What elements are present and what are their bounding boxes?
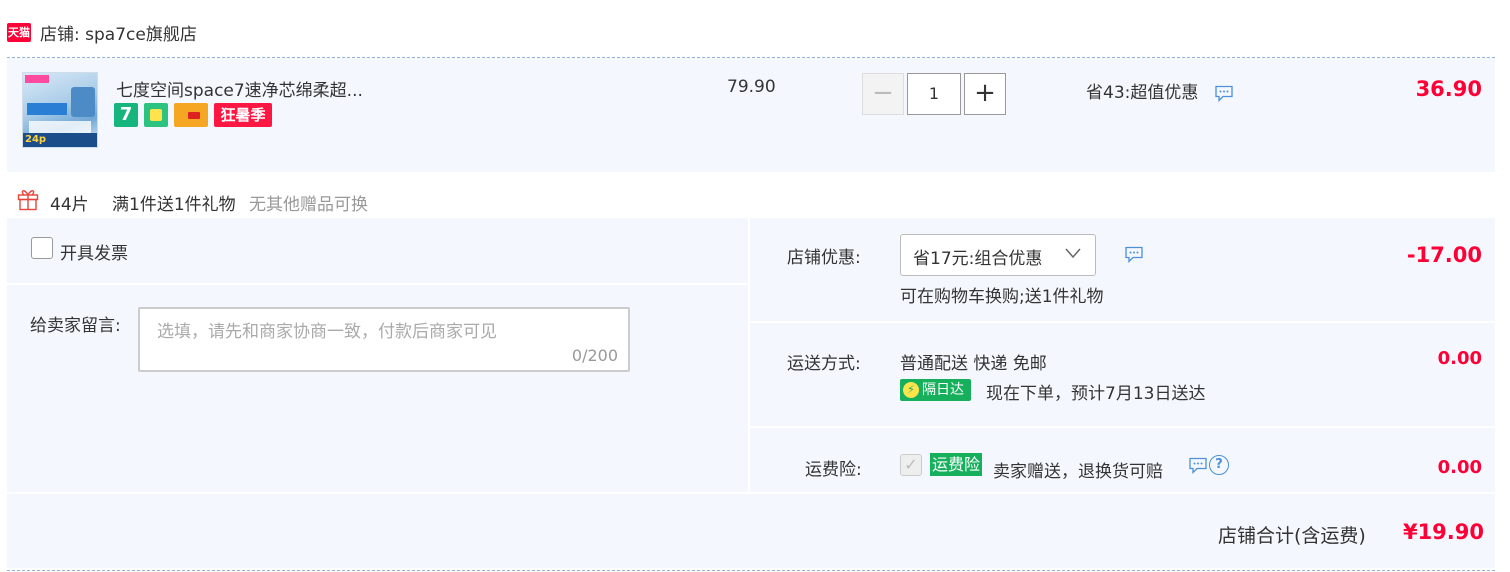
insurance-label: 运费险:	[805, 460, 862, 480]
memo-char-count: 0/200	[571, 346, 618, 365]
insurance-amount: 0.00	[1437, 457, 1482, 478]
order-options-right-panel	[750, 218, 1495, 492]
shipping-label: 运送方式:	[787, 354, 861, 374]
tmall-logo-icon: 天猫	[7, 23, 31, 42]
card-payment-icon	[174, 103, 208, 127]
memo-label: 给卖家留言:	[30, 316, 121, 336]
item-saving-text: 省43:超值优惠	[1086, 83, 1199, 103]
shipping-method: 普通配送 快递 免邮	[900, 354, 1047, 374]
next-day-label: 隔日达	[922, 382, 964, 398]
insurance-checkbox: ✓	[900, 454, 922, 476]
unit-price: 79.90	[727, 77, 776, 97]
item-subtotal: 36.90	[1415, 77, 1482, 101]
thumb-package	[71, 87, 95, 117]
quantity-increase-button[interactable]: +	[964, 73, 1006, 115]
shop-total-label: 店铺合计(含运费)	[1218, 525, 1366, 547]
chevron-down-icon[interactable]	[1064, 246, 1082, 260]
comment-icon[interactable]	[1188, 457, 1208, 474]
shipping-eta: 现在下单，预计7月13日送达	[986, 384, 1206, 404]
shop-promo-selected-value[interactable]: 省17元:组合优惠	[913, 244, 1042, 269]
invoice-checkbox[interactable]	[31, 237, 53, 259]
thumb-banner	[27, 103, 67, 115]
quantity-decrease-button[interactable]: −	[862, 73, 904, 115]
shop-promo-label: 店铺优惠:	[787, 248, 861, 268]
gift-count: 44片	[50, 195, 89, 215]
shipping-amount: 0.00	[1437, 348, 1482, 369]
shop-promo-amount: -17.00	[1406, 243, 1482, 267]
shop-header	[0, 0, 1510, 58]
shop-name-link[interactable]: 店铺: spa7ce旗舰店	[40, 20, 197, 45]
insurance-badge: 运费险	[930, 453, 983, 476]
divider	[7, 283, 748, 285]
gift-icon	[17, 190, 39, 211]
shopping-bag-icon	[144, 103, 168, 127]
memo-placeholder: 选填，请先和商家协商一致，付款后商家可见	[157, 322, 497, 342]
product-thumbnail[interactable]: 24p	[22, 72, 98, 148]
divider	[750, 426, 1495, 428]
insurance-text: 卖家赠送，退换货可赔	[993, 462, 1163, 482]
shop-promo-subtext: 可在购物车换购;送1件礼物	[900, 287, 1104, 307]
seven-day-return-icon: 7	[114, 103, 138, 127]
thumb-decor	[25, 75, 49, 83]
footer-divider	[7, 570, 1495, 571]
summer-promo-badge: 狂暑季	[214, 103, 272, 127]
comment-icon[interactable]	[1124, 246, 1144, 263]
thumb-strip	[29, 121, 91, 133]
shop-total-amount: ¥19.90	[1402, 520, 1484, 544]
invoice-label[interactable]: 开具发票	[60, 239, 128, 264]
product-title-link[interactable]: 七度空间space7速净芯绵柔超...	[116, 76, 363, 101]
gift-rule: 满1件送1件礼物	[112, 195, 236, 215]
help-icon[interactable]: ?	[1209, 455, 1229, 475]
quantity-input[interactable]: 1	[907, 73, 961, 115]
next-day-delivery-badge: ⚡ 隔日达	[900, 379, 971, 401]
divider	[750, 321, 1495, 323]
lightning-icon: ⚡	[903, 382, 919, 398]
thumb-label: 24p	[23, 133, 97, 147]
gift-note: 无其他赠品可换	[249, 195, 368, 215]
comment-icon[interactable]	[1214, 85, 1234, 102]
